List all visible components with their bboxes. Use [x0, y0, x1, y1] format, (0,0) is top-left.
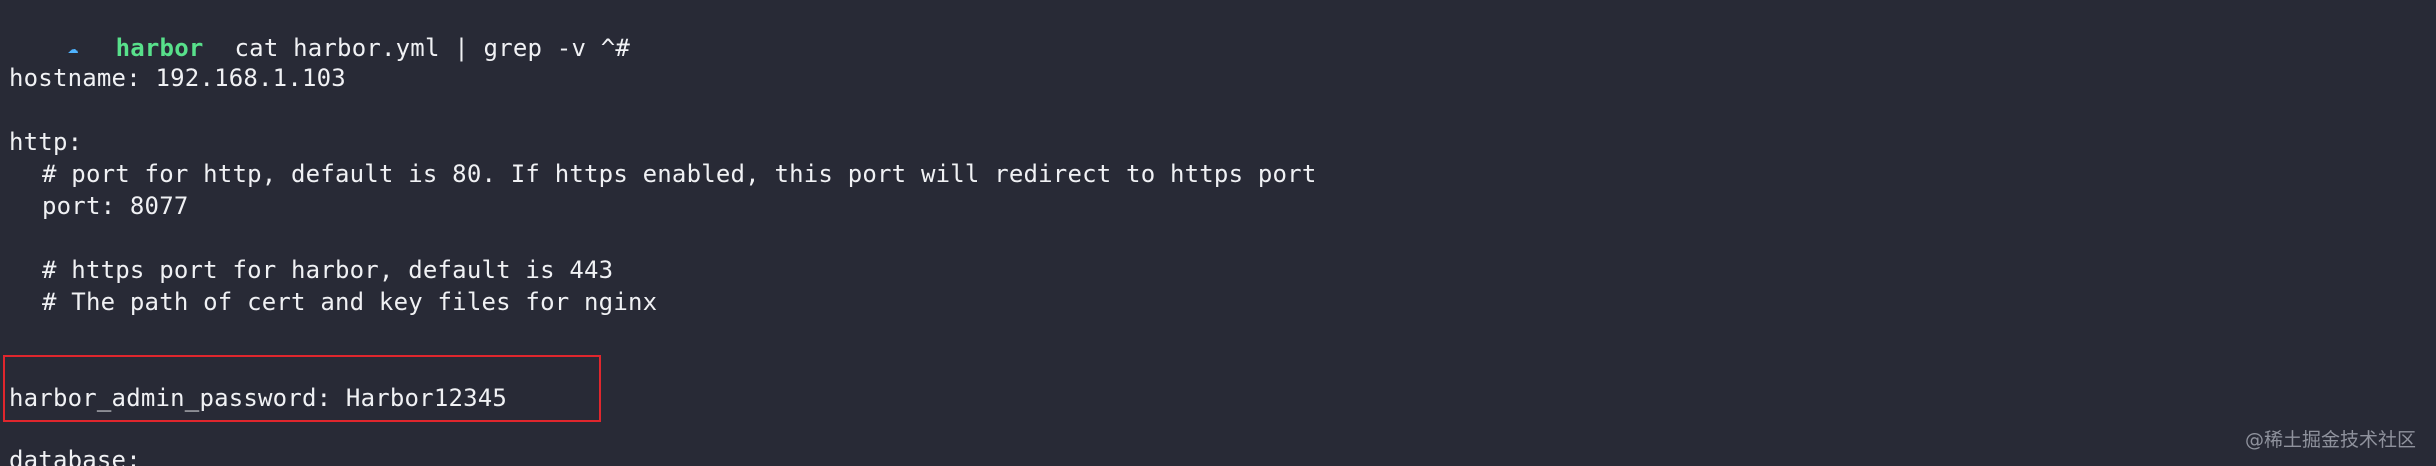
prompt-directory: harbor — [115, 34, 204, 62]
database-line: database: — [9, 446, 141, 466]
http-comment-line: # port for http, default is 80. If https… — [42, 160, 1317, 188]
admin-password-line: harbor_admin_password: Harbor12345 — [9, 384, 508, 412]
http-section-line: http: — [9, 128, 83, 156]
terminal-window[interactable]: ☁ harbor cat harbor.yml | grep -v ^# hostn… — [0, 0, 2436, 466]
https-comment-line: # https port for harbor, default is 443 — [42, 256, 614, 284]
hostname-line: hostname: 192.168.1.103 — [9, 64, 346, 92]
shell-prompt-line: ☁ harbor cat harbor.yml | grep -v ^# — [9, 0, 630, 62]
port-line: port: 8077 — [42, 192, 189, 220]
watermark-text: @稀土掘金技术社区 — [2244, 429, 2416, 451]
prompt-arrow-icon: ☁ — [67, 37, 79, 58]
prompt-command: cat harbor.yml | grep -v ^# — [234, 34, 631, 62]
cert-comment-line: # The path of cert and key files for ngi… — [42, 288, 658, 316]
